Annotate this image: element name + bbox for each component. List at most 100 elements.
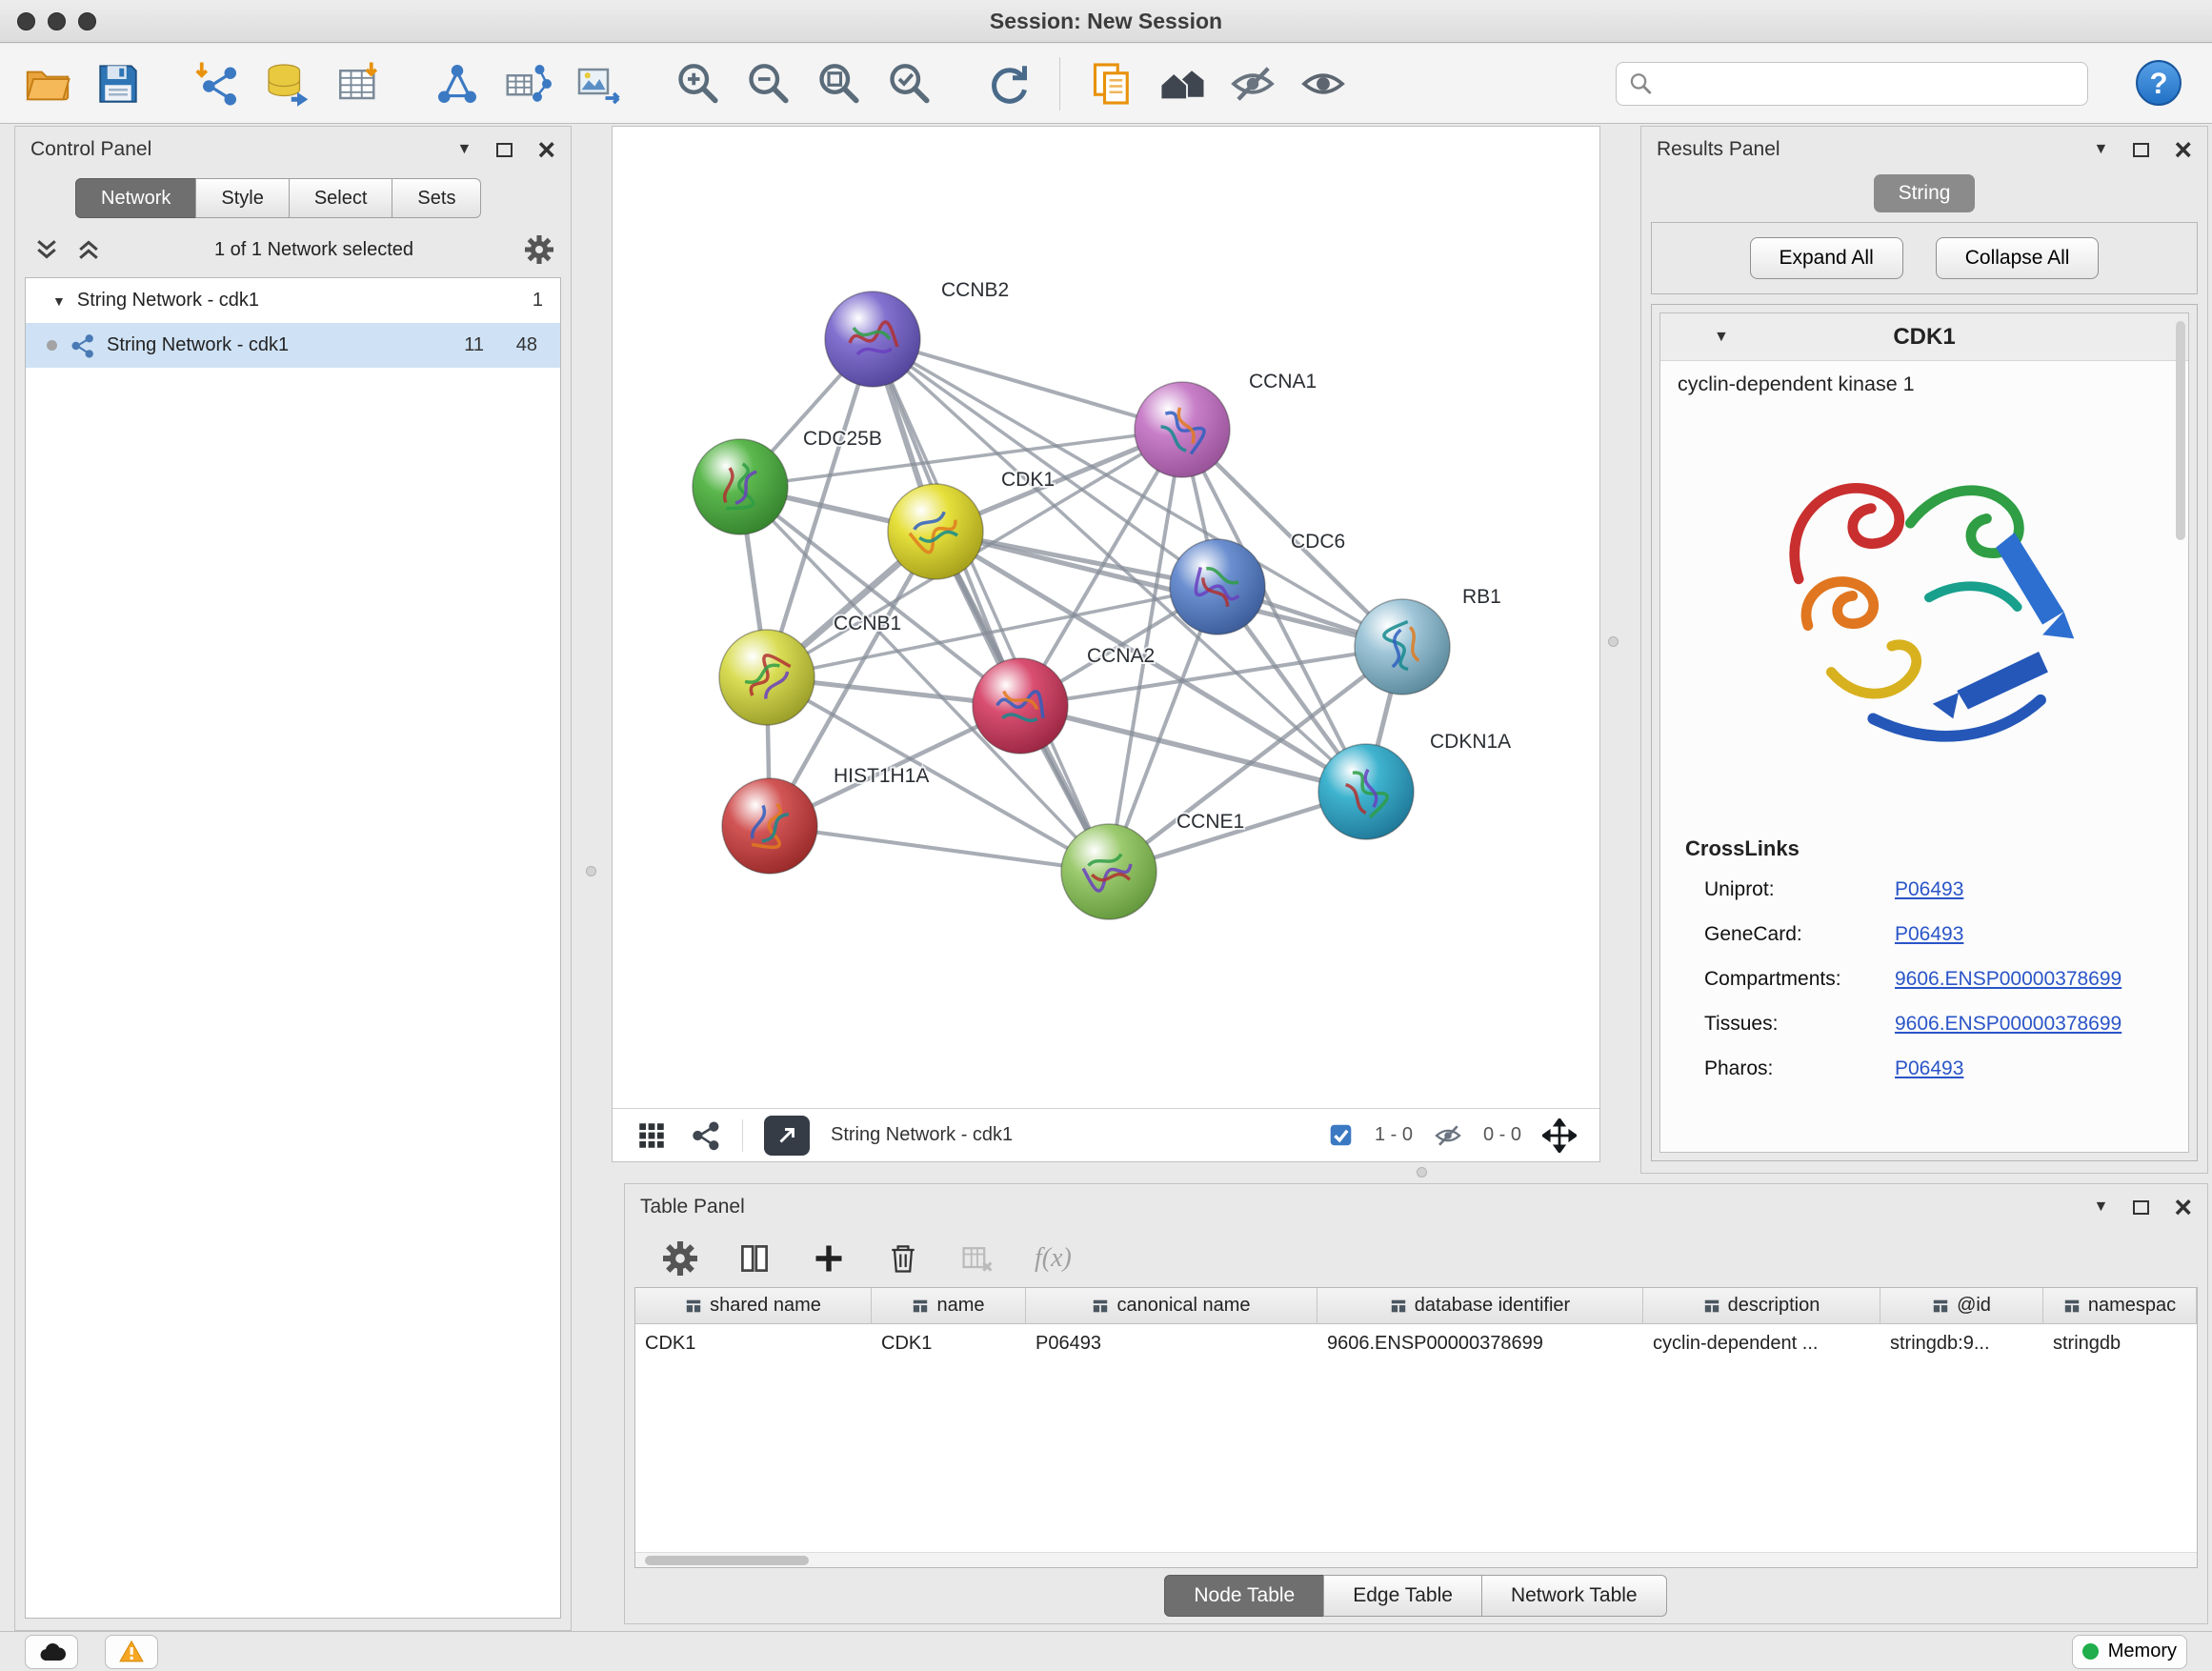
crosslink-link[interactable]: 9606.ENSP00000378699 bbox=[1895, 968, 2122, 991]
close-panel-icon[interactable]: × bbox=[2174, 140, 2192, 159]
window-close-button[interactable] bbox=[17, 12, 35, 30]
zoom-in-button[interactable] bbox=[667, 53, 728, 114]
float-panel-icon[interactable] bbox=[496, 143, 513, 157]
memory-button[interactable]: Memory bbox=[2072, 1635, 2187, 1669]
results-scrollbar-thumb[interactable] bbox=[2176, 321, 2185, 540]
expand-all-tree-icon[interactable] bbox=[32, 235, 61, 264]
import-network-file-button[interactable] bbox=[187, 53, 248, 114]
column-header-database-identifier[interactable]: database identifier bbox=[1317, 1288, 1643, 1324]
delete-column-icon[interactable] bbox=[886, 1241, 920, 1276]
copy-document-button[interactable] bbox=[1081, 53, 1142, 114]
column-header-shared-name[interactable]: shared name bbox=[635, 1288, 872, 1324]
bottom-splitter-handle[interactable] bbox=[1417, 1167, 1427, 1178]
network-node-CCNB1[interactable] bbox=[719, 630, 814, 725]
network-node-CDC25B[interactable] bbox=[693, 439, 788, 534]
tab-network[interactable]: Network bbox=[75, 178, 196, 218]
network-canvas[interactable]: CCNB2CCNA1CDC25BCDK1CDC6RB1CCNB1CCNA2CDK… bbox=[613, 127, 1599, 1108]
panel-menu-icon[interactable]: ▼ bbox=[456, 141, 472, 158]
search-input[interactable] bbox=[1662, 72, 2076, 94]
selected-checkbox-icon[interactable] bbox=[1328, 1122, 1354, 1148]
table-cell[interactable]: 9606.ENSP00000378699 bbox=[1317, 1324, 1643, 1362]
network-edge-CCNB2-CCNA1[interactable] bbox=[873, 339, 1182, 430]
table-cell[interactable]: stringdb bbox=[2043, 1324, 2197, 1362]
create-network-view-button[interactable] bbox=[497, 53, 558, 114]
network-node-HIST1H1A[interactable] bbox=[722, 778, 817, 874]
apply-layout-button[interactable] bbox=[977, 53, 1038, 114]
panel-menu-icon[interactable]: ▼ bbox=[2093, 1198, 2108, 1216]
tab-sets[interactable]: Sets bbox=[392, 178, 481, 218]
zoom-selected-button[interactable] bbox=[878, 53, 939, 114]
network-edge-HIST1H1A-CCNE1[interactable] bbox=[770, 826, 1109, 872]
scrollbar-thumb[interactable] bbox=[645, 1556, 809, 1565]
network-edge-CCNB2-CCNE1[interactable] bbox=[873, 339, 1109, 872]
tab-network-table[interactable]: Network Table bbox=[1481, 1575, 1667, 1617]
left-splitter-handle[interactable] bbox=[586, 866, 596, 876]
column-header-namespac[interactable]: namespac bbox=[2043, 1288, 2197, 1324]
collapse-all-tree-icon[interactable] bbox=[74, 235, 103, 264]
show-all-button[interactable] bbox=[1293, 53, 1354, 114]
crosslink-link[interactable]: P06493 bbox=[1895, 923, 1963, 946]
import-table-file-button[interactable] bbox=[328, 53, 389, 114]
open-session-button[interactable] bbox=[17, 53, 78, 114]
import-network-database-button[interactable] bbox=[257, 53, 318, 114]
table-cell[interactable]: P06493 bbox=[1026, 1324, 1317, 1362]
cloud-status-button[interactable] bbox=[25, 1635, 78, 1669]
crosslink-link[interactable]: 9606.ENSP00000378699 bbox=[1895, 1013, 2122, 1036]
network-node-RB1[interactable] bbox=[1355, 599, 1450, 695]
share-view-icon[interactable] bbox=[689, 1119, 721, 1152]
close-panel-icon[interactable]: × bbox=[2174, 1198, 2192, 1217]
table-cell[interactable]: stringdb:9... bbox=[1880, 1324, 2043, 1362]
crosslink-link[interactable]: P06493 bbox=[1895, 878, 1963, 901]
tree-expand-icon[interactable]: ▼ bbox=[52, 293, 66, 309]
float-panel-icon[interactable] bbox=[2133, 1200, 2149, 1215]
tab-string[interactable]: String bbox=[1874, 174, 1976, 212]
new-network-button[interactable] bbox=[427, 53, 488, 114]
birdseye-grid-icon[interactable] bbox=[635, 1119, 668, 1152]
table-row[interactable]: CDK1CDK1P064939606.ENSP00000378699cyclin… bbox=[635, 1324, 2197, 1362]
zoom-out-button[interactable] bbox=[737, 53, 798, 114]
hide-selection-button[interactable] bbox=[1222, 53, 1283, 114]
table-gear-icon[interactable] bbox=[663, 1241, 697, 1276]
float-panel-icon[interactable] bbox=[2133, 143, 2149, 157]
panel-menu-icon[interactable]: ▼ bbox=[2093, 141, 2108, 158]
warnings-button[interactable] bbox=[105, 1635, 158, 1669]
network-node-CCNE1[interactable] bbox=[1061, 824, 1156, 919]
network-node-CCNA1[interactable] bbox=[1135, 382, 1230, 477]
save-session-button[interactable] bbox=[88, 53, 149, 114]
tab-style[interactable]: Style bbox=[195, 178, 289, 218]
collapse-all-button[interactable]: Collapse All bbox=[1936, 237, 2100, 279]
network-node-CCNB2[interactable] bbox=[825, 292, 920, 387]
expand-all-button[interactable]: Expand All bbox=[1750, 237, 1903, 279]
network-node-CDC6[interactable] bbox=[1170, 539, 1265, 634]
pan-crosshair-icon[interactable] bbox=[1542, 1118, 1577, 1153]
column-header--id[interactable]: @id bbox=[1880, 1288, 2043, 1324]
column-header-canonical-name[interactable]: canonical name bbox=[1026, 1288, 1317, 1324]
tab-node-table[interactable]: Node Table bbox=[1164, 1575, 1324, 1617]
hidden-eye-slash-icon[interactable] bbox=[1434, 1121, 1462, 1150]
tab-select[interactable]: Select bbox=[289, 178, 393, 218]
network-collection-row[interactable]: ▼ String Network - cdk1 1 bbox=[26, 278, 560, 323]
table-cell[interactable]: CDK1 bbox=[872, 1324, 1026, 1362]
help-button[interactable]: ? bbox=[2132, 57, 2185, 111]
column-header-description[interactable]: description bbox=[1643, 1288, 1880, 1324]
gear-icon[interactable] bbox=[525, 235, 553, 264]
window-zoom-button[interactable] bbox=[78, 12, 96, 30]
home-button[interactable] bbox=[1152, 53, 1213, 114]
window-minimize-button[interactable] bbox=[48, 12, 66, 30]
export-image-button[interactable] bbox=[568, 53, 629, 114]
right-splitter-handle[interactable] bbox=[1608, 636, 1619, 647]
table-cell[interactable]: CDK1 bbox=[635, 1324, 872, 1362]
add-column-icon[interactable] bbox=[812, 1241, 846, 1276]
tab-edge-table[interactable]: Edge Table bbox=[1323, 1575, 1482, 1617]
table-cell[interactable]: cyclin-dependent ... bbox=[1643, 1324, 1880, 1362]
crosslink-link[interactable]: P06493 bbox=[1895, 1057, 1963, 1080]
network-node-CDKN1A[interactable] bbox=[1318, 744, 1414, 839]
horizontal-scrollbar[interactable] bbox=[635, 1552, 2197, 1567]
close-panel-icon[interactable]: × bbox=[537, 140, 555, 159]
network-node-CCNA2[interactable] bbox=[973, 658, 1068, 754]
gene-card-header[interactable]: ▼ CDK1 bbox=[1660, 313, 2188, 361]
show-columns-icon[interactable] bbox=[737, 1241, 772, 1276]
network-row-selected[interactable]: String Network - cdk1 11 48 bbox=[26, 323, 560, 368]
column-header-name[interactable]: name bbox=[872, 1288, 1026, 1324]
network-node-CDK1[interactable] bbox=[888, 484, 983, 579]
